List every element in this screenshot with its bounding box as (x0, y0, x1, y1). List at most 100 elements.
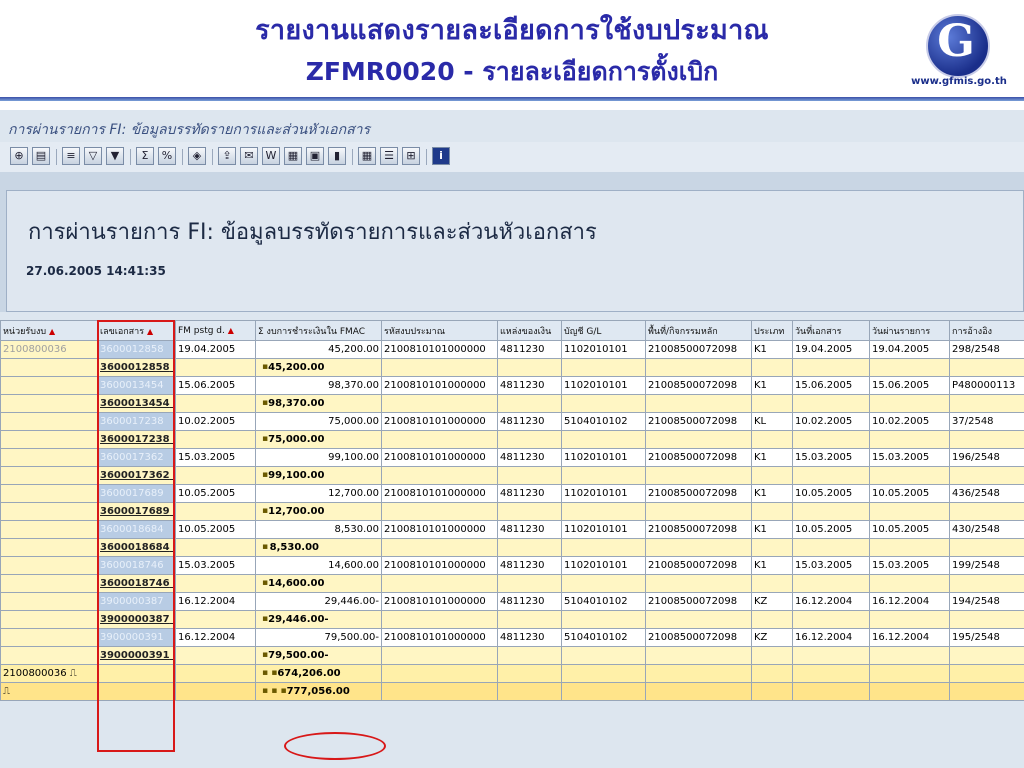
info-icon[interactable]: i (432, 147, 450, 165)
cell-doc[interactable]: 3600017689 (97, 484, 176, 503)
cell-empty (751, 646, 793, 665)
cell-doc[interactable]: 3600018746 (97, 556, 176, 575)
col-header-ref[interactable]: การอ้างอิง (949, 320, 1024, 341)
subtotal-icon: ⎍ (170, 362, 174, 373)
subtotal-doc-number[interactable]: 3600017238 (100, 434, 170, 445)
cell-doc[interactable]: 3600017238 (97, 412, 176, 431)
subtotal-row: 3600012858 ⎍ ▪45,200.00 (0, 358, 1024, 377)
cell-doc[interactable]: 3600012858 (97, 340, 176, 359)
table-row[interactable]: 3600017238 10.02.2005 75,000.00 21008101010… (0, 412, 1024, 431)
grand-total-row-amount: ▪ ▪ ▪ 777,056.00 (255, 682, 382, 701)
subtotal-doc-link[interactable]: 3900000391 ⎍ (97, 646, 176, 665)
cell-doc-date: 15.03.2005 (792, 556, 870, 575)
subtotal-icon[interactable]: % (158, 147, 176, 165)
cell-doc[interactable]: 3900000391 (97, 628, 176, 647)
cell-doc[interactable]: 3600018684 (97, 520, 176, 539)
subtotal-value: 14,600.00 (268, 578, 325, 589)
table-row[interactable]: 3600017362 15.03.2005 99,100.00 21008101010… (0, 448, 1024, 467)
col-header-unit[interactable]: หน่วยรับงบ ▲ (0, 320, 98, 341)
cell-empty (381, 358, 498, 377)
cell-area: 21008500072098 (645, 340, 752, 359)
cell-empty (381, 466, 498, 485)
select-icon[interactable]: ▤ (32, 147, 50, 165)
table-row[interactable]: 3600017689 10.05.2005 12,700.00 21008101010… (0, 484, 1024, 503)
cell-type: KZ (751, 592, 793, 611)
cell-empty (751, 466, 793, 485)
grand-total-row-marker: ▪ ▪ ▪ (262, 686, 287, 696)
subtotal-doc-number[interactable]: 3600018746 (100, 578, 170, 589)
abc-icon[interactable]: ⊞ (402, 147, 420, 165)
col-header-amount[interactable]: Σ งบการชำระเงินใน FMAC (255, 320, 382, 341)
subtotal-doc-link[interactable]: 3600018746 ⎍ (97, 574, 176, 593)
export-icon[interactable]: ⇪ (218, 147, 236, 165)
subtotal-doc-link[interactable]: 3600017238 ⎍ (97, 430, 176, 449)
cell-empty (949, 646, 1024, 665)
layout-icon[interactable]: ◈ (188, 147, 206, 165)
spreadsheet-icon[interactable]: ▦ (284, 147, 302, 165)
email-icon[interactable]: ✉ (240, 147, 258, 165)
cell-empty (869, 430, 950, 449)
subtotal-doc-link[interactable]: 3600017689 ⎍ (97, 502, 176, 521)
cell-budget: 2100810101000000 (381, 448, 498, 467)
subtotal-doc-link[interactable]: 3600013454 ⎍ (97, 394, 176, 413)
table-row[interactable]: 3600018746 15.03.2005 14,600.00 21008101010… (0, 556, 1024, 575)
filter-icon[interactable]: ▽ (84, 147, 102, 165)
total-label-cell: ⎍ (0, 682, 176, 701)
cell-doc[interactable]: 3600013454 (97, 376, 176, 395)
grand-total-row-value: 777,056.00 (286, 686, 350, 697)
col-header-area[interactable]: พื้นที่/กิจกรรมหลัก (645, 320, 752, 341)
col-header-gl[interactable]: บัญชี G/L (561, 320, 646, 341)
cell-empty (645, 466, 752, 485)
cell-amount: 79,500.00- (255, 628, 382, 647)
subtotal-doc-link[interactable]: 3600018684 ⎍ (97, 538, 176, 557)
table-row[interactable]: 3900000387 16.12.2004 29,446.00- 2100810101… (0, 592, 1024, 611)
subtotal-doc-number[interactable]: 3600012858 (100, 362, 170, 373)
filter-delete-icon[interactable]: ▼ (106, 147, 124, 165)
subtotal-doc-number[interactable]: 3900000391 (100, 650, 170, 661)
grid-icon[interactable]: ▦ (358, 147, 376, 165)
detail-icon[interactable]: ⊕ (10, 147, 28, 165)
col-header-post-date[interactable]: วันผ่านรายการ (869, 320, 950, 341)
cell-ref: P480000113 (949, 376, 1024, 395)
cell-doc[interactable]: 3900000387 (97, 592, 176, 611)
cell-doc[interactable]: 3600017362 (97, 448, 176, 467)
subtotal-row: 3600017238 ⎍ ▪75,000.00 (0, 430, 1024, 449)
cell-area: 21008500072098 (645, 484, 752, 503)
col-header-budget[interactable]: รหัสงบประมาณ (381, 320, 498, 341)
print-icon[interactable]: ≡ (62, 147, 80, 165)
cell-fund: 4811230 (497, 556, 562, 575)
table-row[interactable]: 3900000391 16.12.2004 79,500.00- 2100810101… (0, 628, 1024, 647)
subtotal-doc-link[interactable]: 3600017362 ⎍ (97, 466, 176, 485)
cell-amount: 98,370.00 (255, 376, 382, 395)
cell-empty (497, 664, 562, 683)
col-header-doc-date[interactable]: วันที่เอกสาร (792, 320, 870, 341)
table-row[interactable]: 2100800036 3600012858 19.04.2005 45,200.00 2… (0, 340, 1024, 359)
cell-unit (0, 574, 98, 593)
list-icon[interactable]: ☰ (380, 147, 398, 165)
word-icon[interactable]: W (262, 147, 280, 165)
cell-empty (381, 646, 498, 665)
col-header-type[interactable]: ประเภท (751, 320, 793, 341)
subtotal-doc-link[interactable]: 3600012858 ⎍ (97, 358, 176, 377)
col-header-fund[interactable]: แหล่งของเงิน (497, 320, 562, 341)
graphic-icon[interactable]: ▮ (328, 147, 346, 165)
cell-empty (645, 538, 752, 557)
subtotal-doc-link[interactable]: 3900000387 ⎍ (97, 610, 176, 629)
sum-icon[interactable]: Σ (136, 147, 154, 165)
subtotal-doc-number[interactable]: 3600017362 (100, 470, 170, 481)
col-header-doc[interactable]: เลขเอกสาร ▲ (97, 320, 176, 341)
report-header-panel (6, 190, 1024, 312)
subtotal-row: 3600017362 ⎍ ▪99,100.00 (0, 466, 1024, 485)
cell-doc-date: 15.06.2005 (792, 376, 870, 395)
cell-empty (175, 574, 256, 593)
subtotal-icon: ⎍ (170, 398, 174, 409)
cell-ref: 195/2548 (949, 628, 1024, 647)
table-row[interactable]: 3600013454 15.06.2005 98,370.00 21008101010… (0, 376, 1024, 395)
subtotal-doc-number[interactable]: 3600018684 (100, 542, 170, 553)
table-row[interactable]: 3600018684 10.05.2005 8,530.00 210081010100… (0, 520, 1024, 539)
subtotal-doc-number[interactable]: 3600013454 (100, 398, 170, 409)
file-icon[interactable]: ▣ (306, 147, 324, 165)
col-header-fm-date[interactable]: FM pstg d. ▲ (175, 320, 256, 341)
subtotal-doc-number[interactable]: 3600017689 (100, 506, 170, 517)
subtotal-doc-number[interactable]: 3900000387 (100, 614, 170, 625)
